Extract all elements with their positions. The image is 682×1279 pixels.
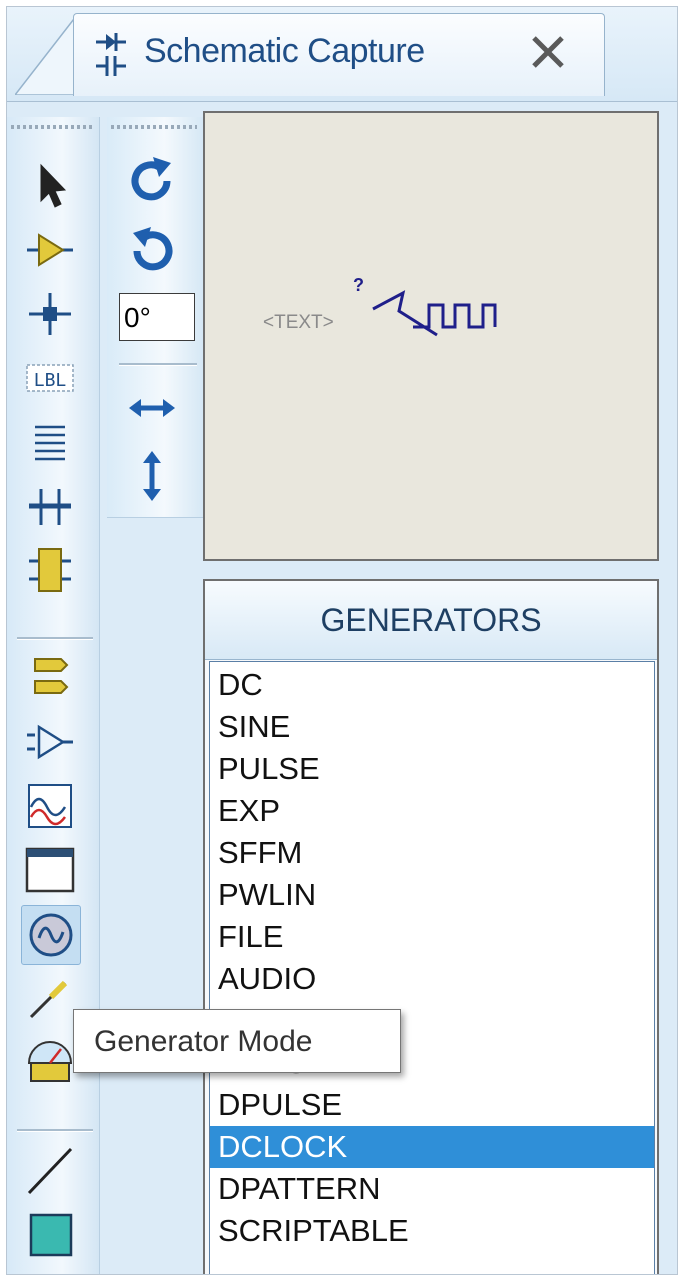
active-popup-mode-button[interactable] — [21, 841, 79, 899]
orientation-toolbar: 0° — [107, 117, 204, 518]
list-item-dpulse[interactable]: DPULSE — [210, 1084, 654, 1126]
junction-dot-mode-button[interactable] — [21, 285, 79, 343]
mode-toolbar: LBL — [7, 117, 100, 1274]
wire-label-mode-button[interactable]: LBL — [21, 349, 79, 407]
rotate-counterclockwise-button[interactable] — [123, 221, 181, 279]
list-item-sine[interactable]: SINE — [210, 706, 654, 748]
terminals-icon — [34, 658, 69, 694]
preview-text-placeholder: <TEXT> — [263, 312, 334, 333]
list-item-pwlin[interactable]: PWLIN — [210, 874, 654, 916]
probe-icon — [29, 980, 68, 1019]
toolbar-separator-2 — [17, 1129, 93, 1132]
tooltip: Generator Mode — [73, 1009, 401, 1073]
tab-title: Schematic Capture — [144, 32, 425, 70]
tab-strip: Schematic Capture — [7, 7, 677, 102]
2d-line-mode-button[interactable] — [21, 1141, 79, 1199]
svg-text:LBL: LBL — [34, 370, 67, 391]
sine-generator-icon — [29, 913, 73, 957]
bus-icon — [29, 489, 71, 525]
box-icon — [29, 1213, 73, 1257]
list-item-dc[interactable]: DC — [210, 664, 654, 706]
rotate-counterclockwise-icon — [133, 227, 173, 271]
list-item-dpattern[interactable]: DPATTERN — [210, 1168, 654, 1210]
list-item-audio[interactable]: AUDIO — [210, 958, 654, 1000]
list-item-file[interactable]: FILE — [210, 916, 654, 958]
window-icon — [25, 847, 75, 893]
graph-mode-button[interactable] — [21, 777, 79, 835]
schematic-capture-window: Schematic Capture LBL 0° <TEXT> ? GENERA… — [6, 6, 678, 1275]
close-icon[interactable] — [522, 24, 576, 78]
generator-mode-button[interactable] — [21, 905, 81, 965]
junction-dot-icon — [29, 293, 71, 335]
text-script-icon — [35, 425, 65, 461]
rotation-angle-field[interactable]: 0° — [119, 293, 195, 341]
horizontal-flip-arrow-icon — [129, 399, 175, 417]
graph-icon — [28, 784, 72, 828]
list-item-sffm[interactable]: SFFM — [210, 832, 654, 874]
selection-mode-button[interactable] — [21, 157, 79, 215]
component-icon — [27, 233, 73, 267]
probe-mode-button[interactable] — [21, 969, 79, 1027]
schematic-icon — [96, 33, 126, 76]
rotate-clockwise-icon — [131, 157, 171, 201]
2d-box-mode-button[interactable] — [21, 1205, 79, 1263]
preview-ref-placeholder: ? — [353, 275, 364, 295]
object-preview: <TEXT> ? — [203, 111, 659, 561]
text-script-mode-button[interactable] — [21, 413, 79, 471]
tab-schematic-capture[interactable]: Schematic Capture — [73, 13, 605, 96]
toolbar-separator — [17, 637, 93, 640]
line-icon — [27, 1147, 73, 1195]
list-item-exp[interactable]: EXP — [210, 790, 654, 832]
toolbar-grip[interactable] — [111, 125, 197, 129]
component-mode-button[interactable] — [21, 221, 79, 279]
mirror-horizontal-button[interactable] — [123, 379, 181, 437]
terminals-mode-button[interactable] — [21, 649, 79, 707]
library-header[interactable]: GENERATORS — [205, 581, 657, 660]
buses-mode-button[interactable] — [21, 477, 79, 535]
label-lbl-icon: LBL — [26, 364, 74, 392]
list-item-dclock[interactable]: DCLOCK — [210, 1126, 654, 1168]
arrow-pointer-icon — [40, 163, 67, 208]
library-panel: GENERATORS DC SINE PULSE EXP SFFM PWLIN … — [203, 579, 659, 1274]
generator-list[interactable]: DC SINE PULSE EXP SFFM PWLIN FILE AUDIO … — [209, 661, 655, 1274]
list-item-scriptable[interactable]: SCRIPTABLE — [210, 1210, 654, 1252]
subcircuit-icon — [29, 548, 71, 592]
list-item-pulse[interactable]: PULSE — [210, 748, 654, 790]
dclock-generator-symbol: <TEXT> ? — [263, 275, 497, 337]
instrument-meter-icon — [27, 1041, 73, 1082]
device-pin-icon — [27, 724, 73, 760]
rotate-clockwise-button[interactable] — [123, 151, 181, 209]
virtual-instruments-mode-button[interactable] — [21, 1033, 79, 1091]
vertical-flip-arrow-icon — [143, 451, 161, 501]
toolbar-grip[interactable] — [11, 125, 93, 129]
device-pins-mode-button[interactable] — [21, 713, 79, 771]
subcircuit-mode-button[interactable] — [21, 541, 79, 599]
orientation-separator — [119, 363, 197, 366]
mirror-vertical-button[interactable] — [123, 447, 181, 505]
